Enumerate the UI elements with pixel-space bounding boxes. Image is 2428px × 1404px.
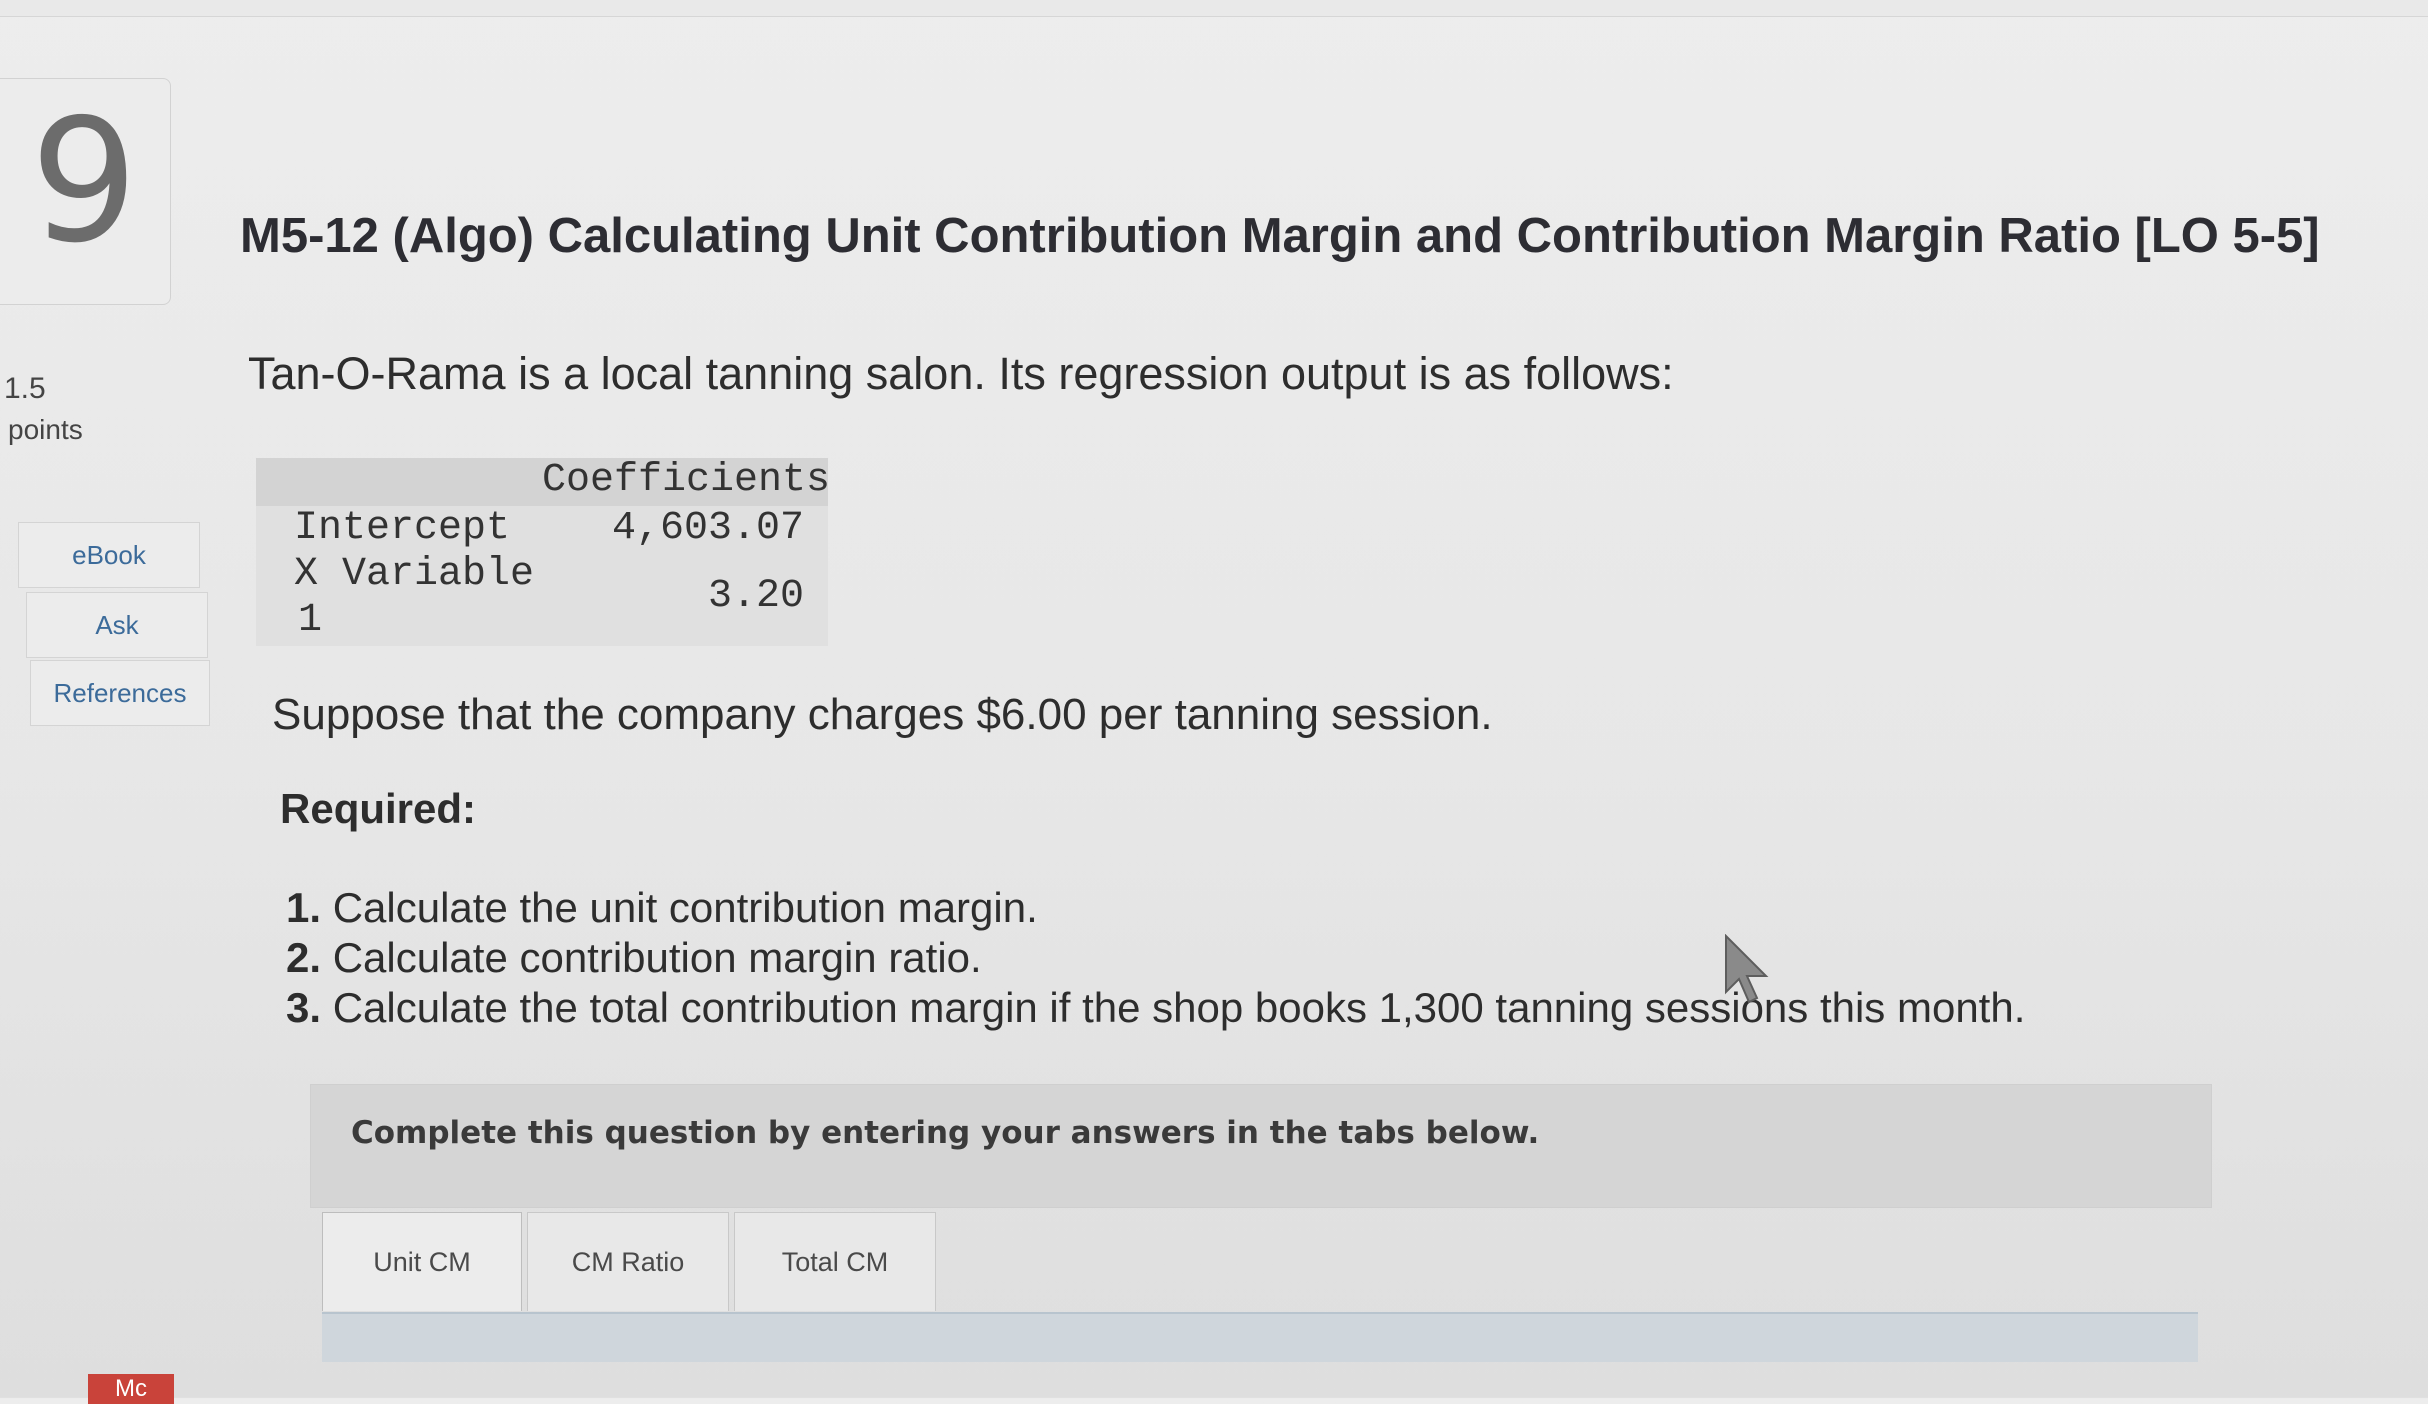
intercept-label: Intercept bbox=[294, 506, 511, 551]
suppose-text: Suppose that the company charges $6.00 p… bbox=[272, 690, 1493, 739]
intercept-value: 4,603.07 bbox=[612, 506, 805, 551]
tab-total-cm[interactable]: Total CM bbox=[734, 1212, 936, 1311]
x-variable-label: X Variable bbox=[294, 552, 535, 597]
requirement-text: Calculate contribution margin ratio. bbox=[332, 934, 982, 981]
intro-text: Tan-O-Rama is a local tanning salon. Its… bbox=[248, 348, 1674, 399]
requirement-1: 1. Calculate the unit contribution margi… bbox=[286, 884, 1038, 932]
ebook-button[interactable]: eBook bbox=[18, 522, 200, 588]
top-strip bbox=[0, 0, 2428, 17]
question-title: M5-12 (Algo) Calculating Unit Contributi… bbox=[240, 209, 2320, 263]
required-heading: Required: bbox=[280, 785, 477, 832]
x-variable-label-line2: 1 bbox=[298, 598, 323, 643]
points-label: points bbox=[8, 414, 83, 445]
requirement-number: 1. bbox=[286, 884, 322, 931]
mouse-pointer-icon bbox=[1725, 934, 1769, 1004]
tab-content-bar bbox=[322, 1312, 2198, 1362]
regression-table: Coefficients Intercept 4,603.07 X Variab… bbox=[256, 458, 831, 646]
ask-button[interactable]: Ask bbox=[26, 592, 208, 658]
points-value: 1.5 bbox=[4, 372, 46, 405]
tab-unit-cm[interactable]: Unit CM bbox=[322, 1212, 522, 1311]
references-button[interactable]: References bbox=[30, 660, 210, 726]
requirement-number: 3. bbox=[286, 984, 322, 1031]
instructions-box: Complete this question by entering your … bbox=[310, 1084, 2212, 1208]
instructions-text: Complete this question by entering your … bbox=[351, 1115, 1540, 1151]
coefficients-header: Coefficients bbox=[542, 458, 831, 503]
requirement-number: 2. bbox=[286, 934, 322, 981]
question-number: 9 bbox=[30, 83, 139, 281]
requirement-text: Calculate the unit contribution margin. bbox=[332, 884, 1038, 931]
mc-badge: Mc bbox=[88, 1374, 174, 1404]
tab-cm-ratio[interactable]: CM Ratio bbox=[527, 1212, 729, 1311]
x-variable-value: 3.20 bbox=[708, 574, 805, 619]
requirement-2: 2. Calculate contribution margin ratio. bbox=[286, 934, 982, 982]
